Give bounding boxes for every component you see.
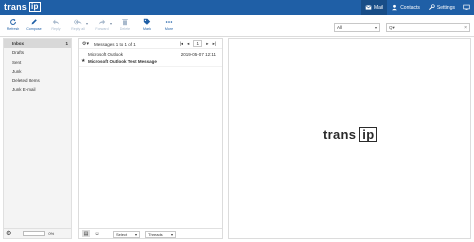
unread-dot-icon[interactable]: ★ [81,58,85,64]
filter-select-value: All [337,25,343,30]
top-bar: trans ip Mail Contacts Settings [0,0,474,15]
folder-label: Sent [12,59,22,65]
threads-menu-label: Threads [148,231,163,237]
message-count: Messages 1 to 1 of 1 [94,41,136,47]
pencil-icon [31,19,37,25]
list-view-icon[interactable]: ▤ [82,230,90,237]
contacts-icon [392,4,398,11]
preview-pane: trans ip [228,38,471,239]
tab-mail-label: Mail [374,4,384,11]
last-page-icon[interactable]: ▸| [213,41,216,47]
folder-label: Junk E-mail [12,87,36,93]
folder-label: Inbox [12,41,24,46]
settings-icon [428,4,435,10]
folder-label: Junk [12,68,22,74]
delete-button[interactable]: Delete [115,18,135,35]
clear-search-icon[interactable]: × [464,25,467,31]
message-list-header: ⚙▾ Messages 1 to 1 of 1 |◂ ◂ 1 ▸ ▸| [79,39,222,49]
more-button[interactable]: More [159,18,179,35]
reply-button[interactable]: Reply [46,18,66,35]
more-icon [165,21,173,23]
next-page-icon[interactable]: ▸ [206,41,208,47]
brand-boxed: ip [29,2,41,12]
page-number-input[interactable]: 1 [193,40,203,47]
folder-junk[interactable]: Junk [4,67,71,76]
select-menu[interactable]: Select ▾ [113,230,140,238]
select-menu-label: Select [116,231,128,237]
message-date: 2019-05-07 12:11 [180,52,216,57]
tag-icon [143,18,151,25]
tab-contacts[interactable]: Contacts [387,0,424,15]
filter-select[interactable]: All ▾ [334,23,380,32]
reply-all-icon [74,19,82,25]
tab-settings[interactable]: Settings [424,0,459,15]
refresh-label: Refresh [6,27,20,31]
quota-text: 0% [48,231,55,236]
chevron-down-icon: ▾ [170,231,173,237]
prev-page-icon[interactable]: ◂ [187,41,189,47]
tab-mail[interactable]: Mail [361,0,388,15]
preview-logo: trans ip [323,127,378,142]
folder-deleted-items[interactable]: Deleted Items [4,76,71,85]
tab-display[interactable] [459,0,474,15]
forward-icon [98,19,106,25]
reply-label: Reply [51,27,61,31]
thread-view-icon[interactable]: ☺ [93,230,101,237]
message-list: ⚙▾ Messages 1 to 1 of 1 |◂ ◂ 1 ▸ ▸| Micr… [78,38,223,239]
refresh-button[interactable]: Refresh [3,18,23,35]
reply-all-label: Reply all [71,27,85,31]
tab-settings-label: Settings [436,4,455,11]
message-from: Microsoft Outlook [88,52,124,57]
forward-label: Forward [95,27,109,31]
brand-word: trans [4,2,28,12]
list-options-icon[interactable]: ⚙▾ [82,41,89,47]
more-label: More [164,27,174,31]
delete-label: Delete [119,27,131,31]
search-input[interactable]: Q▾ × [386,23,470,32]
mark-button[interactable]: Mark [137,18,157,35]
chevron-down-icon: ▾ [374,25,377,30]
forward-button[interactable]: Forward ▾ [92,18,112,35]
reply-all-button[interactable]: Reply all ▾ [68,18,88,35]
folder-footer: ⚙ 0% [4,228,71,238]
tab-contacts-label: Contacts [400,4,420,11]
refresh-icon [10,18,16,25]
brand-logo[interactable]: trans ip [4,1,41,13]
message-subject: Microsoft Outlook Test Message [88,59,157,64]
reply-all-dropdown-icon[interactable]: ▾ [86,21,88,26]
folder-label: Deleted Items [12,78,40,84]
unread-count: 1 [65,41,68,46]
folder-junk-email[interactable]: Junk E-mail [4,85,71,94]
top-nav: Mail Contacts Settings [361,0,474,15]
gear-icon[interactable]: ⚙ [6,230,11,237]
quota-bar [23,231,46,236]
compose-button[interactable]: Compose [24,18,44,35]
first-page-icon[interactable]: |◂ [180,41,183,47]
search-options-icon[interactable]: Q▾ [389,25,395,31]
folder-list: Inbox 1 Drafts Sent Junk Deleted Items J… [3,38,72,239]
folder-label: Drafts [12,50,25,56]
mail-icon [365,5,372,10]
preview-logo-boxed: ip [359,127,378,142]
folder-sent[interactable]: Sent [4,58,71,67]
monitor-icon [463,4,470,10]
list-item[interactable]: Microsoft Outlook 2019-05-07 12:11 ★ Mic… [79,49,222,67]
preview-logo-word: trans [323,127,357,142]
compose-label: Compose [26,27,42,31]
forward-dropdown-icon[interactable]: ▾ [110,21,112,26]
pager: |◂ ◂ 1 ▸ ▸| [180,40,216,47]
message-list-footer: ▤ ☺ Select ▾ Threads ▾ [79,228,222,238]
chevron-down-icon: ▾ [134,231,137,237]
folder-inbox[interactable]: Inbox 1 [4,39,71,49]
reply-icon [52,19,60,25]
threads-menu[interactable]: Threads ▾ [145,230,176,238]
mark-label: Mark [143,27,151,31]
folder-drafts[interactable]: Drafts [4,48,71,57]
trash-icon [122,19,128,26]
